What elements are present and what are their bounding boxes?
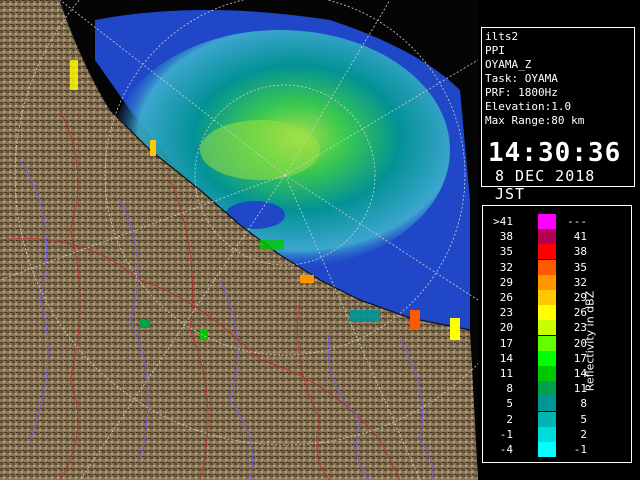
legend-lower-bound: 23 bbox=[499, 306, 513, 320]
observation-date: 8 DEC 2018 JST bbox=[495, 167, 596, 203]
legend-row: 17 20 bbox=[483, 335, 593, 351]
legend-color-swatch bbox=[538, 259, 556, 275]
observation-time: 14:30:36 bbox=[488, 138, 622, 168]
legend-color-swatch bbox=[538, 426, 556, 442]
legend-lower-bound: 38 bbox=[499, 230, 513, 244]
legend-row: 11 14 bbox=[483, 366, 593, 381]
legend-upper-bound: 2 bbox=[580, 427, 587, 441]
legend-lower-bound: 14 bbox=[499, 351, 513, 365]
legend-color-swatch bbox=[538, 244, 556, 260]
legend-lower-bound: 35 bbox=[499, 245, 513, 259]
legend-color-swatch bbox=[538, 305, 556, 321]
legend-color-swatch bbox=[538, 442, 556, 457]
legend-lower-bound: 20 bbox=[499, 321, 513, 335]
legend-upper-bound: 38 bbox=[573, 245, 587, 259]
legend-row: 58 bbox=[483, 396, 593, 412]
legend-lower-bound: 29 bbox=[499, 275, 513, 289]
legend-color-swatch bbox=[538, 396, 556, 412]
legend-color-swatch bbox=[538, 366, 556, 381]
legend-lower-bound: -1 bbox=[499, 427, 513, 441]
legend-color-swatch bbox=[538, 274, 556, 290]
legend-lower-bound: 8 bbox=[506, 382, 513, 396]
legend-lower-bound: -4 bbox=[499, 443, 513, 456]
legend-lower-bound: 26 bbox=[499, 291, 513, 304]
prf-value: PRF: 1800Hz bbox=[485, 86, 558, 99]
legend-row: 20 23 bbox=[483, 320, 593, 336]
legend-unit-label: Reflectivity in dBZ bbox=[583, 290, 597, 392]
legend-row: >41 --- bbox=[483, 214, 593, 229]
legend-row: -4 -1 bbox=[483, 442, 593, 457]
legend-color-swatch bbox=[538, 381, 556, 397]
legend-row: 32 35 bbox=[483, 259, 593, 275]
legend-lower-bound: 2 bbox=[506, 412, 513, 426]
legend-color-swatch bbox=[538, 290, 556, 305]
legend-upper-bound: --- bbox=[567, 215, 587, 228]
echo-core bbox=[200, 120, 320, 180]
legend-row: 8 11 bbox=[483, 381, 593, 397]
legend-upper-bound: 41 bbox=[573, 230, 587, 244]
legend-upper-bound: -1 bbox=[573, 443, 587, 456]
elevation-value: Elevation:1.0 bbox=[485, 100, 572, 113]
legend-lower-bound: >41 bbox=[493, 215, 513, 228]
legend-row: 14 17 bbox=[483, 350, 593, 366]
legend-row: 25 bbox=[483, 411, 593, 427]
max-range-value: Max Range:80 km bbox=[485, 114, 585, 127]
legend-color-swatch bbox=[538, 350, 556, 366]
legend-color-swatch bbox=[538, 229, 556, 245]
legend-row: 29 32 bbox=[483, 274, 593, 290]
scan-mode: PPI bbox=[485, 44, 505, 57]
legend-color-swatch bbox=[538, 411, 556, 427]
legend-color-swatch bbox=[538, 320, 556, 336]
reflectivity-legend: >41 --- 38 41 35 38 32 35 29 32 26 29 23 26 20 23 17 20 14… bbox=[482, 205, 632, 463]
legend-color-swatch bbox=[538, 214, 556, 229]
legend-lower-bound: 17 bbox=[499, 336, 513, 350]
legend-row: -1 2 bbox=[483, 426, 593, 442]
legend-row: 23 26 bbox=[483, 305, 593, 321]
legend-row: 26 29 bbox=[483, 290, 593, 305]
legend-color-swatch bbox=[538, 335, 556, 351]
legend-lower-bound: 32 bbox=[499, 260, 513, 274]
legend-row: 38 41 bbox=[483, 229, 593, 245]
radar-info-box: ilts2 PPI OYAMA_Z Task: OYAMA PRF: 1800H… bbox=[481, 27, 635, 203]
radar-name: ilts2 bbox=[485, 30, 519, 43]
legend-row: 35 38 bbox=[483, 244, 593, 260]
product-name: OYAMA_Z bbox=[485, 58, 532, 71]
legend-lower-bound: 11 bbox=[499, 367, 513, 380]
task-name: Task: OYAMA bbox=[485, 72, 558, 85]
radar-map-view[interactable] bbox=[0, 0, 478, 480]
legend-lower-bound: 5 bbox=[506, 397, 513, 411]
radar-canvas bbox=[0, 0, 478, 480]
